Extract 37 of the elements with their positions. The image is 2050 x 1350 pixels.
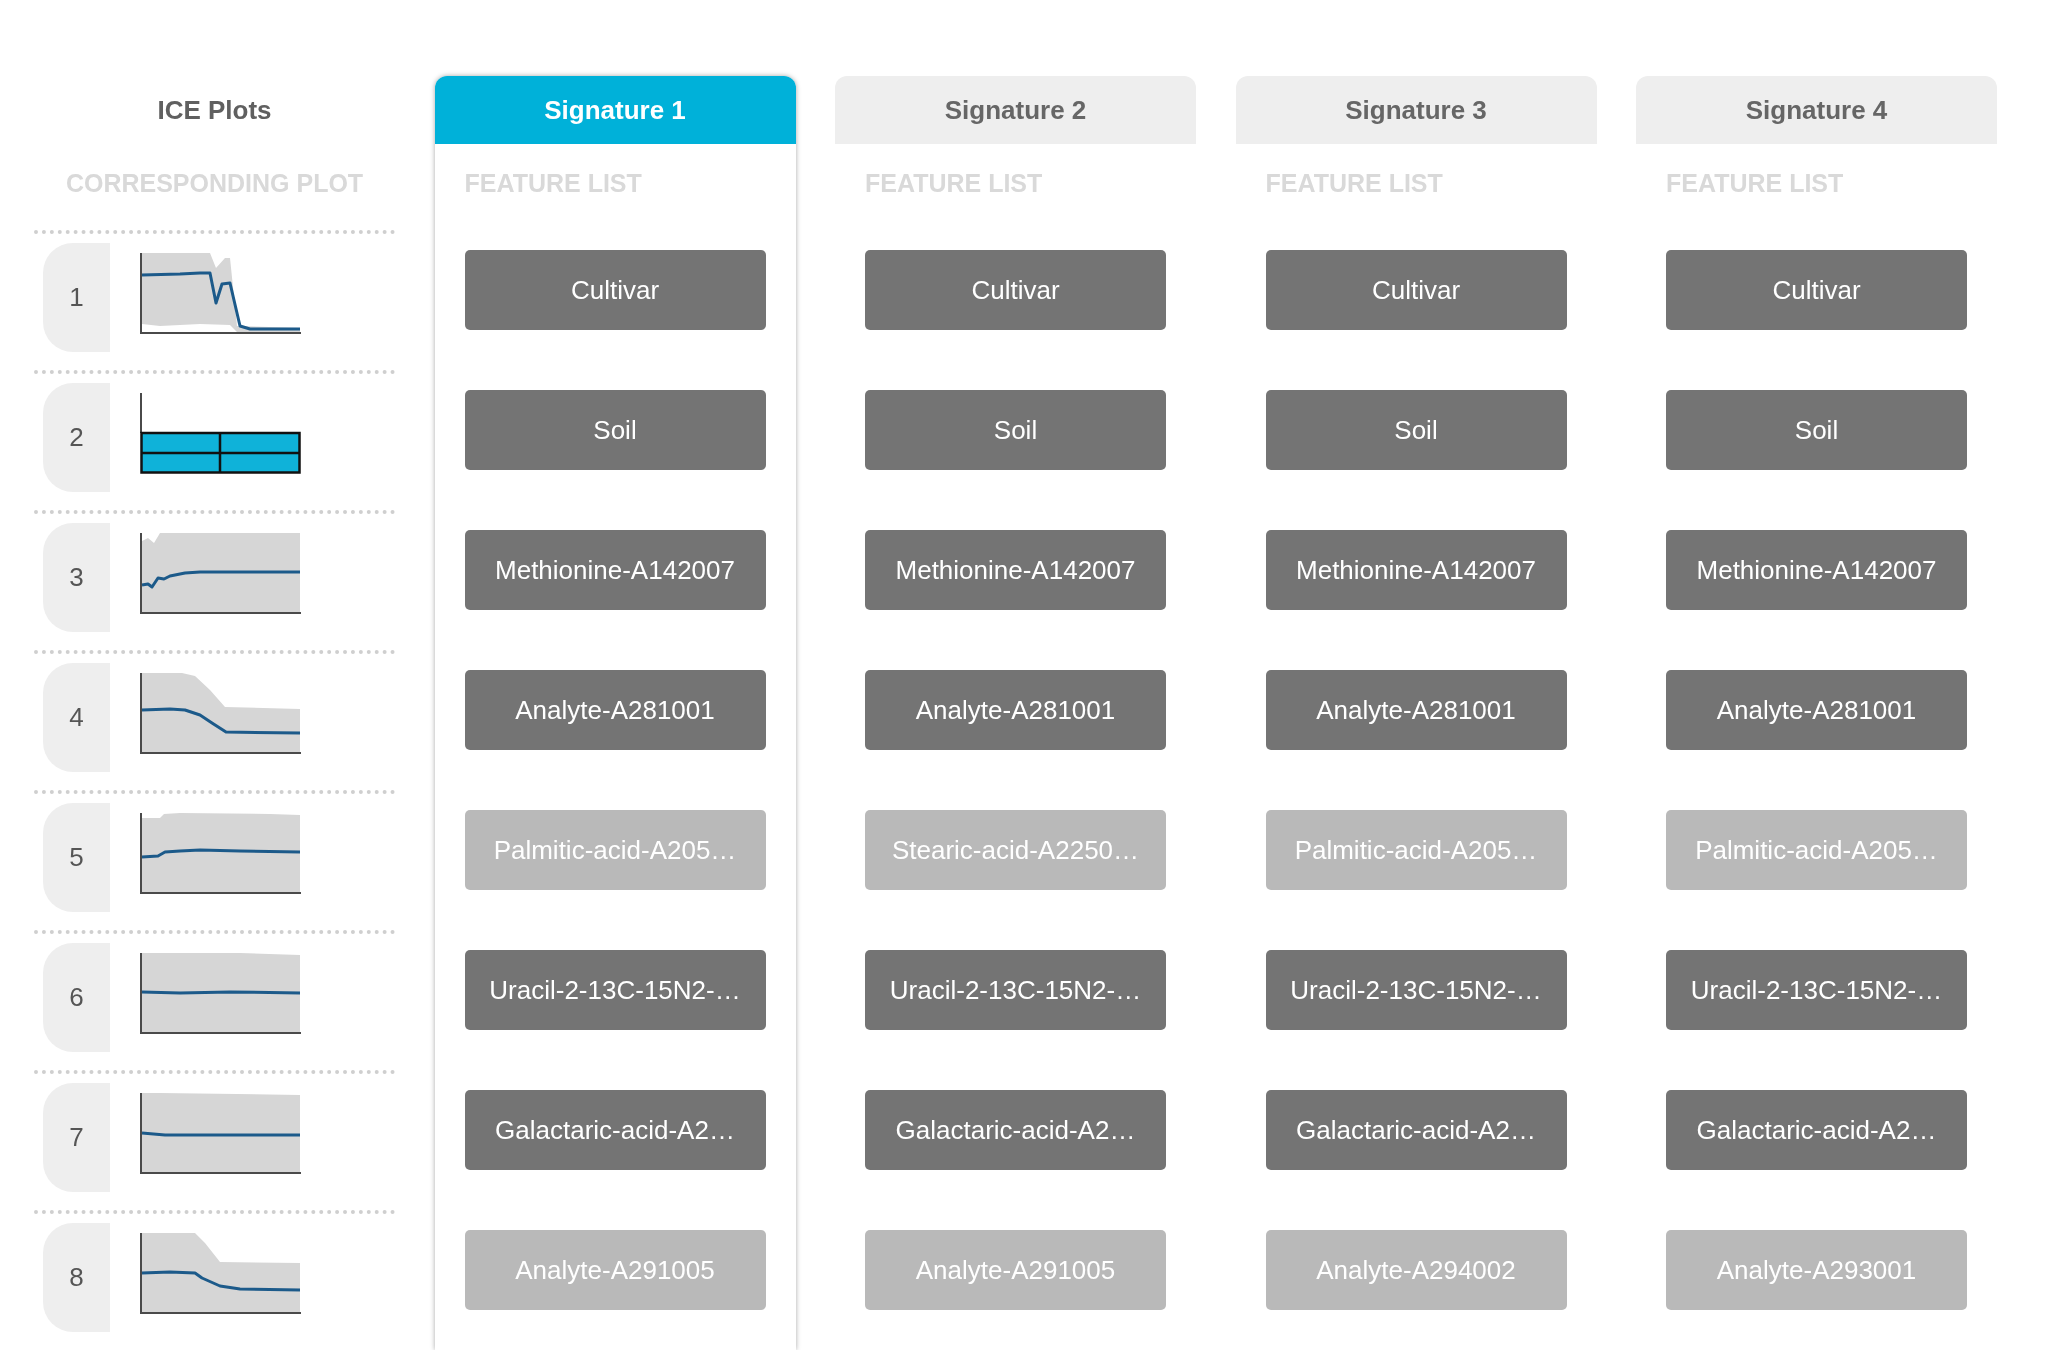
row-number: 4: [43, 663, 110, 772]
feature-button[interactable]: Cultivar: [1265, 250, 1567, 330]
feature-button[interactable]: Galactaric-acid-A2…: [464, 1090, 766, 1170]
feature-button[interactable]: Analyte-A281001: [865, 670, 1166, 750]
feature-button[interactable]: Uracil-2-13C-15N2-…: [1666, 950, 1967, 1030]
feature-button[interactable]: Uracil-2-13C-15N2-…: [865, 950, 1166, 1030]
row-number: 3: [43, 523, 110, 632]
feature-button[interactable]: Methionine-A142007: [464, 530, 766, 610]
signature-tab[interactable]: Signature 2: [835, 76, 1196, 144]
signature-tab[interactable]: Signature 1: [434, 76, 796, 144]
feature-button[interactable]: Soil: [464, 390, 766, 470]
feature-button[interactable]: Galactaric-acid-A2…: [865, 1090, 1166, 1170]
feature-button[interactable]: Galactaric-acid-A2…: [1265, 1090, 1567, 1170]
feature-button[interactable]: Cultivar: [1666, 250, 1967, 330]
feature-button[interactable]: Analyte-A281001: [464, 670, 766, 750]
feature-button[interactable]: Soil: [1666, 390, 1967, 470]
row-number: 7: [43, 1083, 110, 1192]
row-number: 6: [43, 943, 110, 1052]
feature-button[interactable]: Cultivar: [865, 250, 1166, 330]
signature-tab[interactable]: Signature 3: [1235, 76, 1597, 144]
row-number: 2: [43, 383, 110, 492]
row-number: 1: [43, 243, 110, 352]
signature-tab[interactable]: Signature 4: [1636, 76, 1997, 144]
feature-button[interactable]: Cultivar: [464, 250, 766, 330]
feature-button[interactable]: Methionine-A142007: [1666, 530, 1967, 610]
feature-button[interactable]: Galactaric-acid-A2…: [1666, 1090, 1967, 1170]
row-number: 5: [43, 803, 110, 912]
feature-button[interactable]: Uracil-2-13C-15N2-…: [1265, 950, 1567, 1030]
feature-button[interactable]: Analyte-A281001: [1265, 670, 1567, 750]
feature-button[interactable]: Soil: [1265, 390, 1567, 470]
feature-button[interactable]: Methionine-A142007: [1265, 530, 1567, 610]
feature-button[interactable]: Uracil-2-13C-15N2-…: [464, 950, 766, 1030]
ice-plots-heading: ICE Plots: [157, 94, 272, 126]
feature-button[interactable]: Soil: [865, 390, 1166, 470]
feature-button[interactable]: Analyte-A281001: [1666, 670, 1967, 750]
row-number: 8: [43, 1223, 110, 1332]
feature-button[interactable]: Methionine-A142007: [865, 530, 1166, 610]
